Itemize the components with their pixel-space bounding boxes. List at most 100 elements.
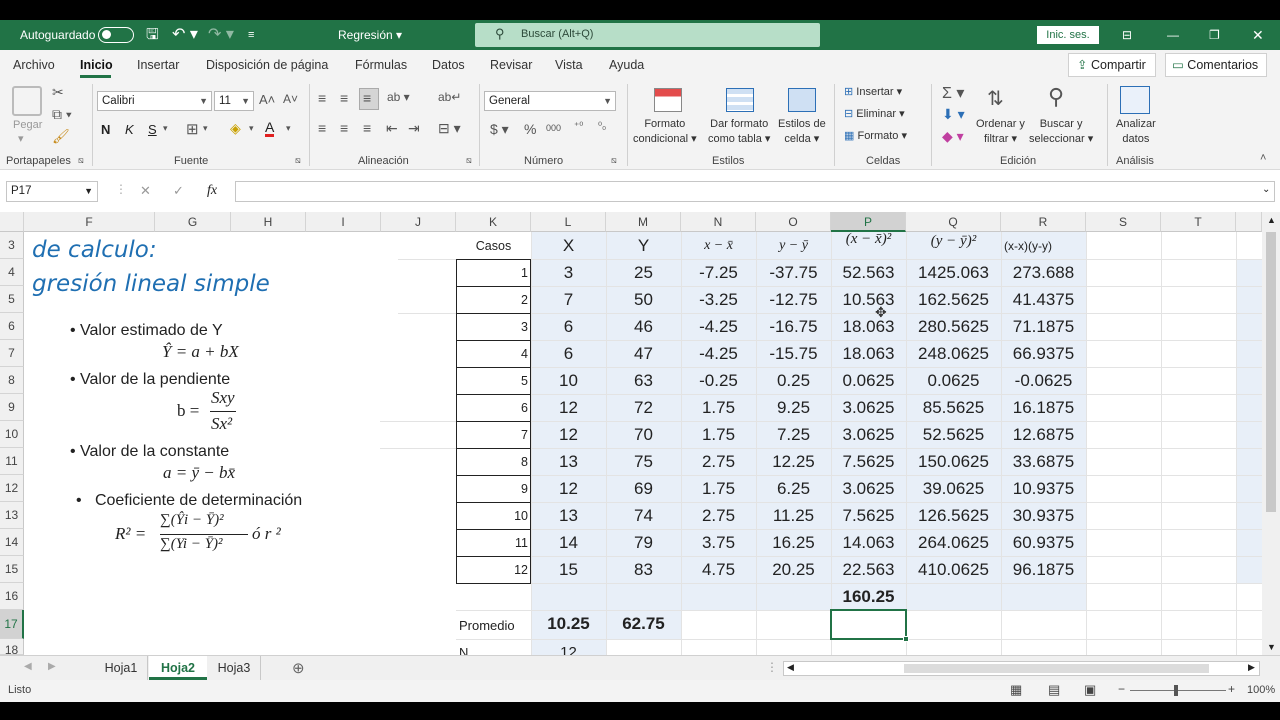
tab-datos[interactable]: Datos <box>432 58 465 72</box>
cell-x-dev-sq[interactable]: 14.063 <box>831 529 906 556</box>
row-header-3[interactable]: 3 <box>0 232 24 259</box>
redo-icon[interactable]: ↷ ▾ <box>208 20 234 50</box>
autosum-icon[interactable]: Σ ▾ <box>942 83 964 103</box>
page-break-icon[interactable]: ▣ <box>1084 682 1096 698</box>
cell-cross[interactable]: -0.0625 <box>1001 367 1086 394</box>
cell-x-dev[interactable]: 1.75 <box>681 421 756 448</box>
paste-dropdown-icon[interactable]: ▾ <box>18 132 24 147</box>
row-header-16[interactable]: 16 <box>0 583 24 610</box>
alignment-launcher-icon[interactable]: ⧅ <box>466 155 472 166</box>
cell-cross[interactable]: 273.688 <box>1001 259 1086 286</box>
cell-x-dev-sq[interactable]: 7.5625 <box>831 502 906 529</box>
page-layout-icon[interactable]: ▤ <box>1048 682 1060 698</box>
cell-x[interactable]: 14 <box>531 529 606 556</box>
conditional-format-button[interactable]: Formato condicional ▾ <box>633 117 697 147</box>
cell-y-dev-sq[interactable]: 150.0625 <box>906 448 1001 475</box>
cell-cross[interactable]: 71.1875 <box>1001 313 1086 340</box>
row-header-18[interactable]: 18 <box>0 639 24 655</box>
italic-button[interactable]: K <box>125 122 134 137</box>
decrease-indent-icon[interactable]: ⇤ <box>386 120 398 137</box>
row-header-14[interactable]: 14 <box>0 529 24 556</box>
cell-y[interactable]: 50 <box>606 286 681 313</box>
cell-y[interactable]: 63 <box>606 367 681 394</box>
font-size-select[interactable]: 11 ▼ <box>214 91 254 111</box>
paste-icon[interactable] <box>12 86 42 116</box>
vertical-scrollbar[interactable]: ▲ ▼ <box>1262 212 1280 655</box>
cell-y-dev[interactable]: -37.75 <box>756 259 831 286</box>
currency-icon[interactable]: $ ▾ <box>490 121 509 138</box>
scroll-thumb[interactable] <box>1266 232 1276 512</box>
font-color-dropdown-icon[interactable]: ▾ <box>286 123 291 134</box>
cell-y-dev-sq[interactable]: 1425.063 <box>906 259 1001 286</box>
align-right-icon[interactable]: ≡ <box>363 120 371 136</box>
cell-y[interactable]: 46 <box>606 313 681 340</box>
row-header-5[interactable]: 5 <box>0 286 24 313</box>
n-label[interactable]: N <box>456 639 531 655</box>
tab-revisar[interactable]: Revisar <box>490 58 532 72</box>
cut-icon[interactable]: ✂ <box>52 84 64 101</box>
column-header-L[interactable]: L <box>531 212 606 232</box>
cell-cross[interactable]: 66.9375 <box>1001 340 1086 367</box>
fill-color-icon[interactable]: ◈ <box>230 120 241 137</box>
tab-formulas[interactable]: Fórmulas <box>355 58 407 72</box>
tab-inicio[interactable]: Inicio <box>80 58 113 72</box>
decrease-decimal-icon[interactable]: ⁰₀ <box>598 121 606 132</box>
row-header-8[interactable]: 8 <box>0 367 24 394</box>
select-all-corner[interactable] <box>0 212 24 232</box>
cell-y-dev[interactable]: 20.25 <box>756 556 831 583</box>
cell-x-dev-sq[interactable]: 3.0625 <box>831 475 906 502</box>
cell-x[interactable]: 12 <box>531 394 606 421</box>
zoom-out-icon[interactable]: − <box>1118 682 1125 696</box>
format-painter-icon[interactable]: 🖌 <box>52 128 70 145</box>
header-y[interactable]: Y <box>606 232 681 259</box>
cell-x[interactable]: 6 <box>531 340 606 367</box>
number-launcher-icon[interactable]: ⧅ <box>611 155 617 166</box>
cell-x[interactable]: 12 <box>531 421 606 448</box>
tab-archivo[interactable]: Archivo <box>13 58 55 72</box>
analyze-data-button[interactable]: Analizar datos <box>1116 117 1156 147</box>
row-header-11[interactable]: 11 <box>0 448 24 475</box>
cell-caso[interactable]: 2 <box>456 287 531 314</box>
thousands-icon[interactable]: 000 <box>546 123 561 133</box>
cell-y[interactable]: 75 <box>606 448 681 475</box>
font-name-select[interactable]: Calibri ▼ <box>97 91 212 111</box>
cell-x[interactable]: 3 <box>531 259 606 286</box>
collapse-ribbon-icon[interactable]: ˄ <box>1260 152 1266 164</box>
cell-x[interactable]: 6 <box>531 313 606 340</box>
row-header-13[interactable]: 13 <box>0 502 24 529</box>
cell-x-dev-sq[interactable]: 52.563 <box>831 259 906 286</box>
paste-button[interactable]: Pegar <box>13 118 42 133</box>
cell-cross[interactable]: 60.9375 <box>1001 529 1086 556</box>
normal-view-icon[interactable]: ▦ <box>1010 682 1022 698</box>
column-header-I[interactable]: I <box>306 212 381 232</box>
cell-y-dev[interactable]: -12.75 <box>756 286 831 313</box>
cell-y-dev[interactable]: 7.25 <box>756 421 831 448</box>
fill-icon[interactable]: ⬇ ▾ <box>942 106 965 123</box>
cell-y[interactable]: 74 <box>606 502 681 529</box>
cell-x[interactable]: 13 <box>531 502 606 529</box>
tab-splitter-icon[interactable]: ⋮ <box>766 660 778 674</box>
cell-y-dev[interactable]: 9.25 <box>756 394 831 421</box>
cell-caso[interactable]: 8 <box>456 449 531 476</box>
restore-icon[interactable]: ❐ <box>1209 20 1220 50</box>
cell-styles-icon[interactable] <box>788 88 816 112</box>
sort-filter-button[interactable]: Ordenar y filtrar ▾ <box>976 117 1025 147</box>
column-header-J[interactable]: J <box>381 212 456 232</box>
font-launcher-icon[interactable]: ⧅ <box>295 155 301 166</box>
sort-filter-icon[interactable]: ⇅ <box>987 86 1004 111</box>
autosave-toggle[interactable] <box>98 27 134 43</box>
cell-caso[interactable]: 3 <box>456 314 531 341</box>
zoom-slider-thumb[interactable] <box>1174 685 1178 696</box>
cell-y-dev-sq[interactable]: 52.5625 <box>906 421 1001 448</box>
cell-x-dev[interactable]: 1.75 <box>681 475 756 502</box>
cell-cross[interactable]: 12.6875 <box>1001 421 1086 448</box>
cell-y-dev-sq[interactable]: 248.0625 <box>906 340 1001 367</box>
insert-function-icon[interactable]: fx <box>207 183 217 199</box>
promedio-label[interactable]: Promedio <box>456 612 531 639</box>
selected-cell-P17[interactable] <box>830 609 907 640</box>
percent-icon[interactable]: % <box>524 121 536 137</box>
cell-x-dev-sq[interactable]: 0.0625 <box>831 367 906 394</box>
cell-y[interactable]: 70 <box>606 421 681 448</box>
cell-cross[interactable]: 16.1875 <box>1001 394 1086 421</box>
save-icon[interactable]: 🖫 <box>146 20 159 50</box>
